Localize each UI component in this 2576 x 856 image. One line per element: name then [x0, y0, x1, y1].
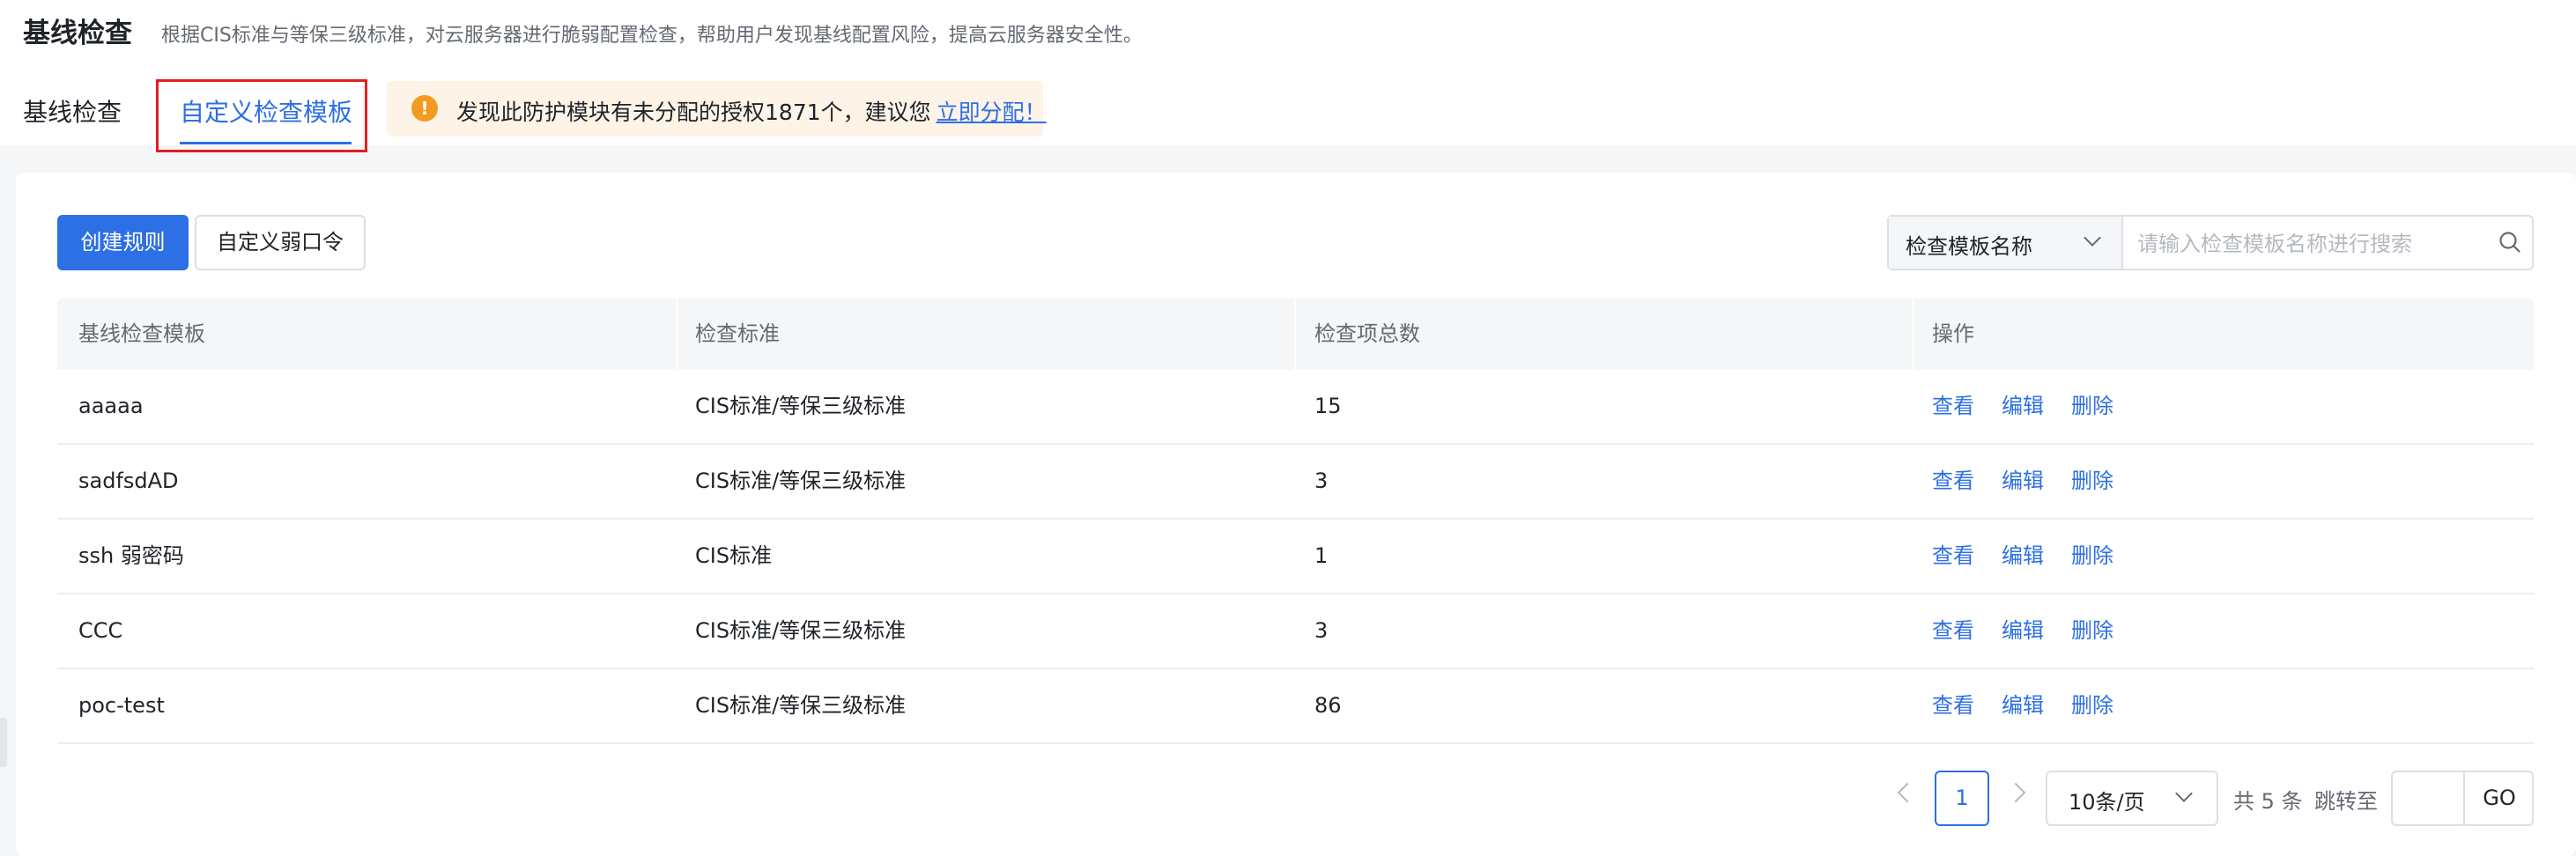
create-rule-button[interactable]: 创建规则	[57, 215, 189, 270]
view-link[interactable]: 查看	[1932, 520, 1974, 593]
view-link[interactable]: 查看	[1932, 445, 1974, 518]
cell-template-name: aaaaa	[78, 394, 144, 418]
search-field-label: 检查模板名称	[1906, 234, 2032, 259]
table-row: sadfsdAD CIS标准/等保三级标准 3 查看 编辑 删除	[57, 445, 2534, 520]
delete-link[interactable]: 删除	[2071, 594, 2113, 668]
jump-to-control: GO	[2391, 771, 2534, 826]
cell-template-name: poc-test	[78, 693, 165, 718]
delete-link[interactable]: 删除	[2071, 669, 2113, 742]
header-standard: 检查标准	[695, 321, 780, 346]
tab-baseline-check[interactable]: 基线检查	[23, 93, 122, 129]
view-link[interactable]: 查看	[1932, 669, 1974, 742]
jump-to-label: 跳转至	[2314, 789, 2378, 814]
notice-message: 发现此防护模块有未分配的授权1871个，建议您	[456, 100, 931, 125]
go-button[interactable]: GO	[2463, 772, 2534, 824]
search-input[interactable]	[2136, 224, 2474, 263]
edit-link[interactable]: 编辑	[2002, 520, 2044, 593]
page-size-select[interactable]: 10条/页	[2046, 771, 2218, 826]
edit-link[interactable]: 编辑	[2002, 445, 2044, 518]
header-actions: 操作	[1932, 321, 1974, 346]
table-header: 基线检查模板 检查标准 检查项总数 操作	[57, 299, 2534, 370]
page-title: 基线检查	[23, 18, 132, 49]
header-template-name: 基线检查模板	[78, 321, 205, 346]
delete-link[interactable]: 删除	[2071, 445, 2113, 518]
cell-template-name: ssh 弱密码	[78, 543, 184, 568]
authorization-notice: ! 发现此防护模块有未分配的授权1871个，建议您 立即分配！	[387, 81, 1047, 137]
edit-link[interactable]: 编辑	[2002, 370, 2044, 443]
cell-item-count: 3	[1314, 618, 1329, 643]
header-item-count: 检查项总数	[1314, 321, 1420, 346]
total-count: 共 5 条	[2233, 789, 2303, 814]
search-field-select[interactable]: 检查模板名称	[1889, 217, 2123, 269]
chevron-down-icon	[2084, 229, 2101, 247]
cell-standard: CIS标准	[695, 543, 773, 568]
cell-item-count: 15	[1314, 394, 1342, 418]
template-table: 基线检查模板 检查标准 检查项总数 操作 aaaaa CIS标准/等保三级标准 …	[57, 299, 2534, 744]
page-number-current[interactable]: 1	[1935, 771, 1989, 826]
chevron-down-icon	[2175, 785, 2193, 802]
table-row: aaaaa CIS标准/等保三级标准 15 查看 编辑 删除	[57, 370, 2534, 445]
custom-weak-password-button[interactable]: 自定义弱口令	[195, 215, 366, 270]
cell-standard: CIS标准/等保三级标准	[695, 469, 907, 493]
header-divider	[1294, 299, 1296, 370]
cell-standard: CIS标准/等保三级标准	[695, 618, 907, 643]
delete-link[interactable]: 删除	[2071, 520, 2113, 593]
search-icon[interactable]	[2498, 231, 2521, 254]
search-bar: 检查模板名称	[1887, 215, 2534, 270]
cell-item-count: 3	[1314, 469, 1329, 493]
cell-template-name: sadfsdAD	[78, 469, 179, 493]
jump-page-input[interactable]	[2393, 772, 2467, 826]
header-divider	[676, 299, 677, 370]
delete-link[interactable]: 删除	[2071, 370, 2113, 443]
edit-link[interactable]: 编辑	[2002, 669, 2044, 742]
page-description: 根据CIS标准与等保三级标准，对云服务器进行脆弱配置检查，帮助用户发现基线配置风…	[161, 25, 1143, 47]
page-size-label: 10条/页	[2069, 790, 2145, 815]
table-row: poc-test CIS标准/等保三级标准 86 查看 编辑 删除	[57, 669, 2534, 744]
table-row: CCC CIS标准/等保三级标准 3 查看 编辑 删除	[57, 594, 2534, 669]
allocate-now-link[interactable]: 立即分配！	[936, 100, 1047, 125]
cell-template-name: CCC	[78, 618, 123, 643]
cell-standard: CIS标准/等保三级标准	[695, 693, 907, 718]
warning-icon: !	[411, 95, 438, 122]
header-divider	[1913, 299, 1914, 370]
page-header: 基线检查 根据CIS标准与等保三级标准，对云服务器进行脆弱配置检查，帮助用户发现…	[0, 0, 2576, 152]
view-link[interactable]: 查看	[1932, 370, 1974, 443]
cell-item-count: 86	[1314, 693, 1342, 718]
view-link[interactable]: 查看	[1932, 594, 1974, 668]
cell-standard: CIS标准/等保三级标准	[695, 394, 907, 418]
notice-text: 发现此防护模块有未分配的授权1871个，建议您 立即分配！	[456, 95, 1047, 127]
table-row: ssh 弱密码 CIS标准 1 查看 编辑 删除	[57, 520, 2534, 594]
sidebar-collapse-handle[interactable]	[0, 718, 7, 767]
edit-link[interactable]: 编辑	[2002, 594, 2044, 668]
cell-item-count: 1	[1314, 543, 1329, 568]
tab-highlight-box	[156, 79, 367, 152]
